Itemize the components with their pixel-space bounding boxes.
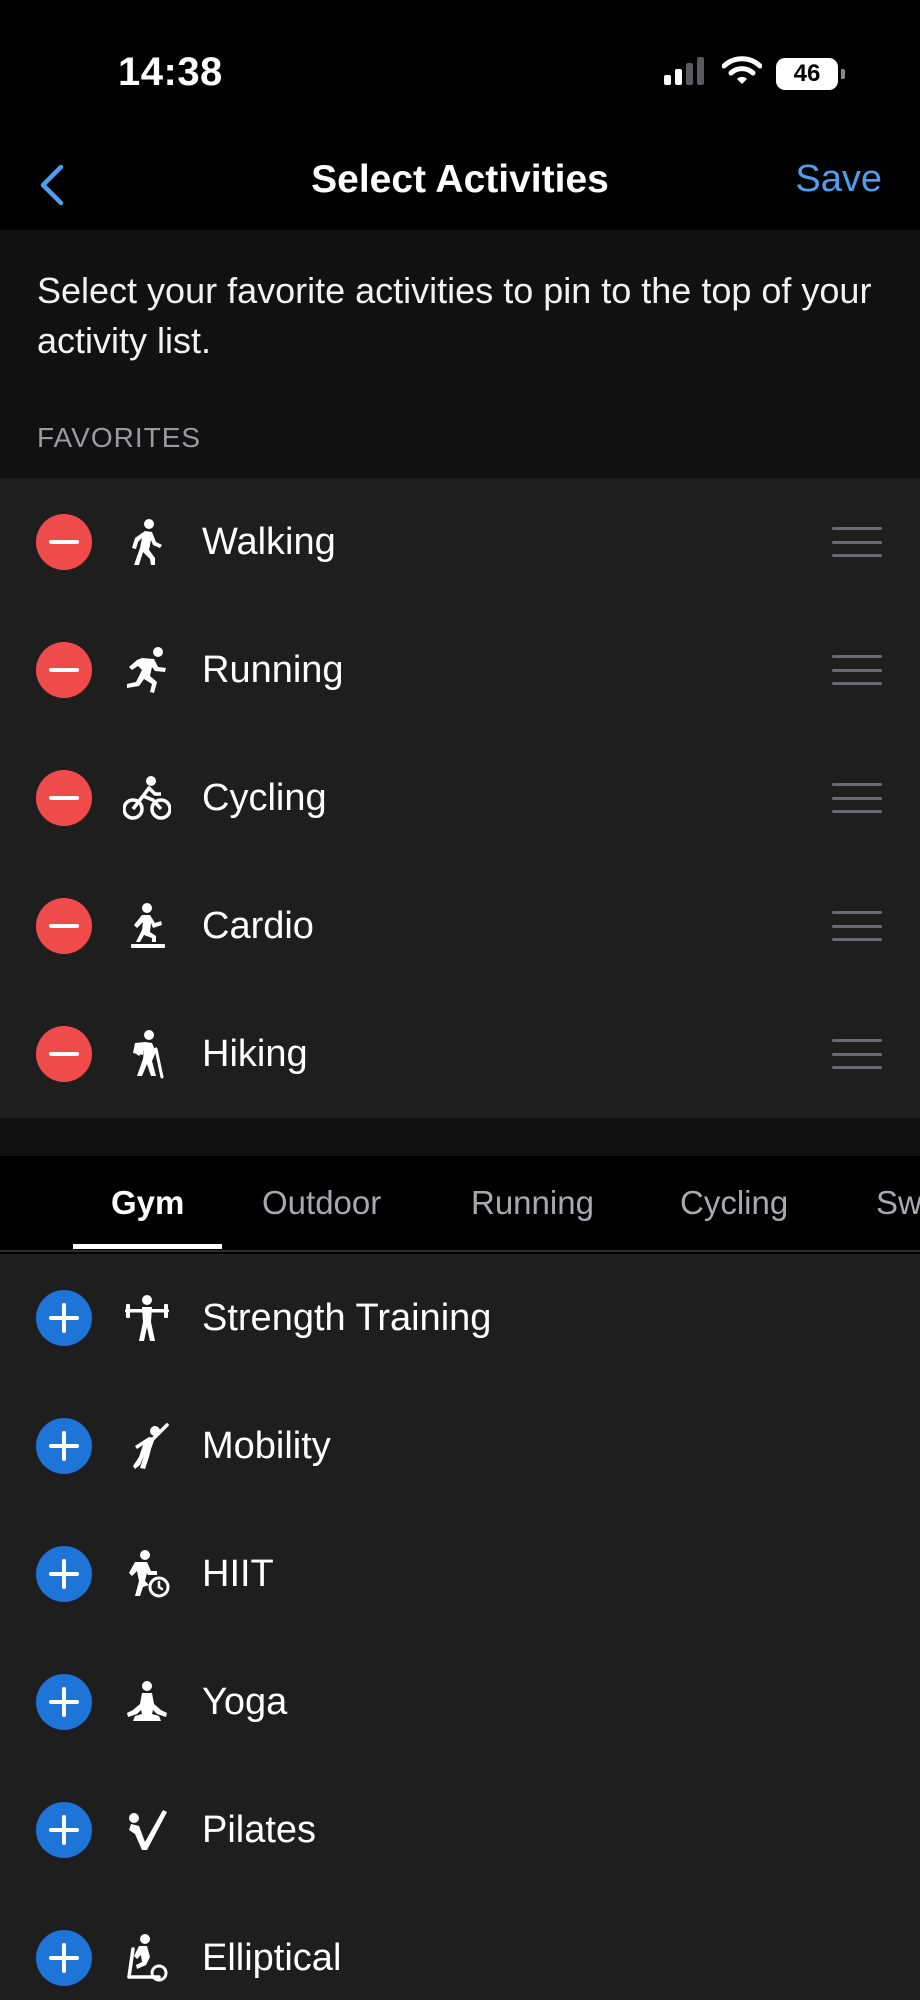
favorite-label: Cycling <box>202 776 327 819</box>
activity-label: Strength Training <box>202 1296 492 1339</box>
drag-handle[interactable] <box>832 527 882 557</box>
hiit-icon <box>119 1546 175 1602</box>
wifi-icon <box>721 56 763 91</box>
activity-row-pilates: Pilates <box>0 1766 920 1894</box>
drag-handle[interactable] <box>832 911 882 941</box>
drag-handle[interactable] <box>832 655 882 685</box>
save-button[interactable]: Save <box>795 158 882 201</box>
favorite-label: Walking <box>202 520 336 563</box>
minus-icon <box>49 796 79 800</box>
favorite-row-hiking: Hiking <box>0 990 920 1118</box>
add-button[interactable] <box>36 1674 92 1730</box>
favorites-list: Walking Running Cycling Cardio Hiking <box>0 478 920 1118</box>
active-tab-indicator <box>73 1244 222 1249</box>
activity-label: Mobility <box>202 1424 331 1467</box>
activity-row-strength-training: Strength Training <box>0 1254 920 1382</box>
remove-button[interactable] <box>36 898 92 954</box>
remove-button[interactable] <box>36 1026 92 1082</box>
favorites-header: FAVORITES <box>37 422 202 453</box>
activity-row-yoga: Yoga <box>0 1638 920 1766</box>
favorite-row-running: Running <box>0 606 920 734</box>
plus-icon <box>49 1559 79 1589</box>
status-bar: 14:38 46 <box>0 0 920 140</box>
favorite-label: Cardio <box>202 904 314 947</box>
add-button[interactable] <box>36 1930 92 1986</box>
activity-row-elliptical: Elliptical <box>0 1894 920 2000</box>
mobility-icon <box>119 1418 175 1474</box>
tab-running[interactable]: Running <box>471 1184 594 1222</box>
section-divider <box>0 1118 920 1156</box>
activity-list: Strength Training Mobility HIIT Yoga Pil… <box>0 1254 920 2000</box>
battery-indicator: 46 <box>776 57 845 90</box>
remove-button[interactable] <box>36 514 92 570</box>
minus-icon <box>49 924 79 928</box>
elliptical-icon <box>119 1930 175 1986</box>
plus-icon <box>49 1943 79 1973</box>
tab-swimming[interactable]: Sw <box>876 1184 920 1222</box>
favorite-label: Hiking <box>202 1032 308 1075</box>
intro-text: Select your favorite activities to pin t… <box>37 270 872 361</box>
pilates-icon <box>119 1802 175 1858</box>
favorite-row-cycling: Cycling <box>0 734 920 862</box>
drag-handle[interactable] <box>832 1039 882 1069</box>
strength-training-icon <box>119 1290 175 1346</box>
activity-label: HIIT <box>202 1552 274 1595</box>
add-button[interactable] <box>36 1802 92 1858</box>
plus-icon <box>49 1687 79 1717</box>
minus-icon <box>49 1052 79 1056</box>
activity-row-hiit: HIIT <box>0 1510 920 1638</box>
favorite-row-cardio: Cardio <box>0 862 920 990</box>
cycling-icon <box>119 770 175 826</box>
signal-icon <box>664 57 708 90</box>
drag-handle[interactable] <box>832 783 882 813</box>
add-button[interactable] <box>36 1546 92 1602</box>
plus-icon <box>49 1431 79 1461</box>
tab-outdoor[interactable]: Outdoor <box>262 1184 381 1222</box>
page-title: Select Activities <box>311 158 609 201</box>
activity-label: Elliptical <box>202 1936 342 1979</box>
minus-icon <box>49 540 79 544</box>
cardio-icon <box>119 898 175 954</box>
navigation-bar: Select Activities Save <box>0 140 920 230</box>
activity-label: Pilates <box>202 1808 317 1851</box>
walking-icon <box>119 514 175 570</box>
tab-gym[interactable]: Gym <box>111 1184 184 1222</box>
remove-button[interactable] <box>36 770 92 826</box>
remove-button[interactable] <box>36 642 92 698</box>
plus-icon <box>49 1303 79 1333</box>
running-icon <box>119 642 175 698</box>
add-button[interactable] <box>36 1418 92 1474</box>
minus-icon <box>49 668 79 672</box>
category-tabs: Gym Outdoor Running Cycling Sw <box>0 1156 920 1252</box>
favorite-row-walking: Walking <box>0 478 920 606</box>
tab-cycling[interactable]: Cycling <box>680 1184 788 1222</box>
status-icons: 46 <box>664 56 845 91</box>
activity-row-mobility: Mobility <box>0 1382 920 1510</box>
hiking-icon <box>119 1026 175 1082</box>
yoga-icon <box>119 1674 175 1730</box>
status-time: 14:38 <box>118 50 223 94</box>
favorite-label: Running <box>202 648 344 691</box>
activity-label: Yoga <box>202 1680 288 1723</box>
plus-icon <box>49 1815 79 1845</box>
intro-section: Select your favorite activities to pin t… <box>0 230 920 478</box>
add-button[interactable] <box>36 1290 92 1346</box>
